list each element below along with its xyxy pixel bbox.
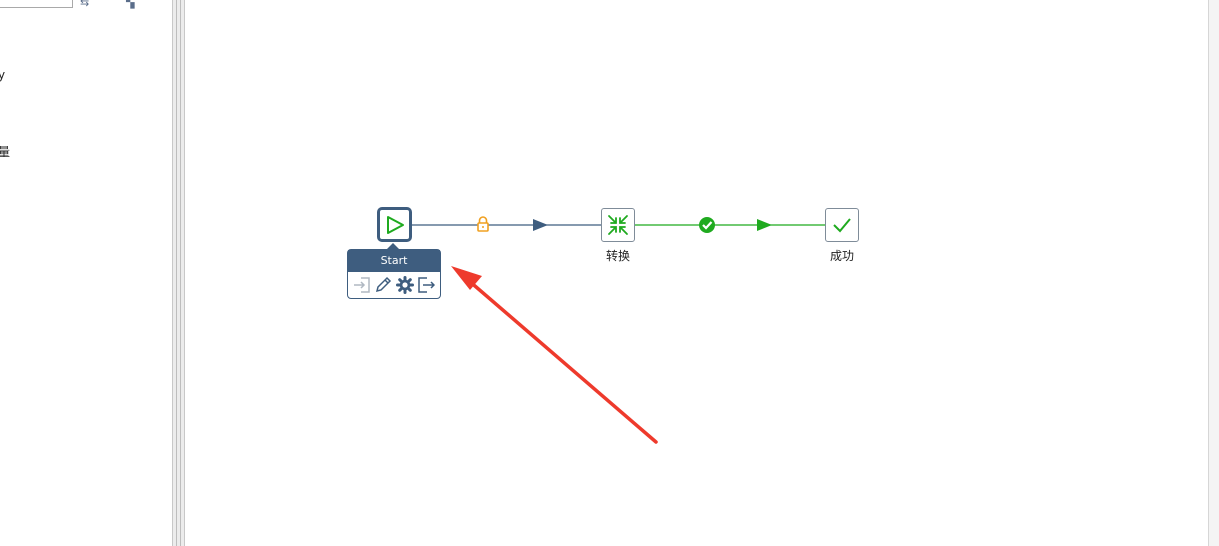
hover-menu-tools [348, 272, 440, 298]
transformation-node-label: 转换 [605, 249, 630, 263]
play-icon [386, 215, 404, 234]
check-circle-icon[interactable] [699, 217, 715, 233]
hover-menu-caret [386, 243, 400, 250]
settings-icon[interactable] [395, 276, 414, 294]
lock-icon[interactable] [477, 216, 489, 232]
success-node-label: 成功 [829, 249, 854, 263]
hop-transformation-to-success[interactable] [635, 219, 825, 231]
start-node[interactable] [377, 207, 412, 242]
transformation-node[interactable] [601, 208, 635, 242]
hop-start-to-transformation[interactable] [412, 219, 601, 231]
output-icon[interactable] [417, 276, 436, 294]
success-node[interactable] [825, 208, 859, 242]
transformation-icon [608, 215, 628, 235]
start-hover-menu: Start [347, 243, 441, 299]
hops-layer [412, 216, 825, 233]
input-icon[interactable] [353, 276, 371, 294]
checkmark-icon [833, 218, 851, 233]
edit-icon[interactable] [374, 276, 392, 294]
hover-menu-title: Start [348, 250, 440, 272]
